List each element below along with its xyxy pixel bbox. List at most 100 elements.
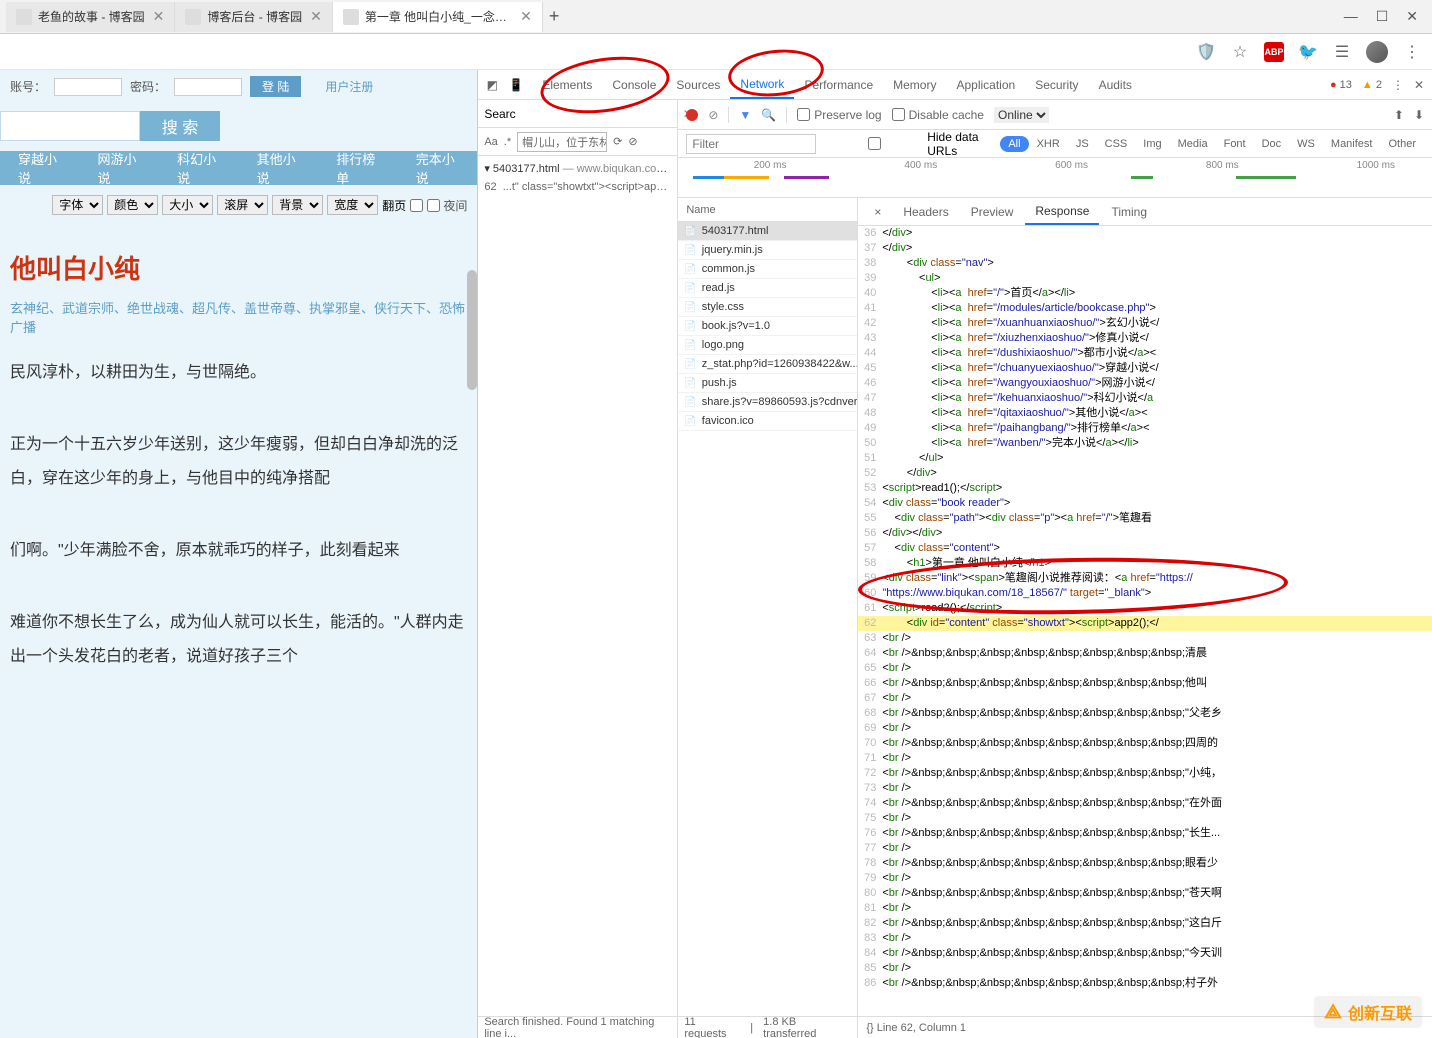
scrollbar-thumb[interactable] [467, 270, 477, 390]
search-button[interactable]: 搜 索 [140, 111, 220, 141]
code-line[interactable]: 66<br />&nbsp;&nbsp;&nbsp;&nbsp;&nbsp;&n… [858, 676, 1432, 691]
response-tab-preview[interactable]: Preview [961, 199, 1024, 225]
abp-icon[interactable]: ABP [1264, 42, 1284, 62]
font-select[interactable]: 字体 [52, 195, 103, 215]
network-timeline[interactable]: 200 ms400 ms600 ms800 ms1000 ms [678, 158, 1432, 198]
code-line[interactable]: 70<br />&nbsp;&nbsp;&nbsp;&nbsp;&nbsp;&n… [858, 736, 1432, 751]
color-select[interactable]: 颜色 [107, 195, 158, 215]
code-line[interactable]: 60"https://www.biqukan.com/18_18567/" ta… [858, 586, 1432, 601]
response-tab-response[interactable]: Response [1025, 199, 1099, 225]
nav-link[interactable]: 科幻小说 [159, 149, 239, 187]
star-icon[interactable]: ☆ [1230, 42, 1250, 62]
devtools-tab-audits[interactable]: Audits [1089, 71, 1142, 99]
devtools-tab-security[interactable]: Security [1025, 71, 1088, 99]
devtools-tab-performance[interactable]: Performance [794, 71, 883, 99]
filter-input[interactable] [686, 134, 816, 154]
throttle-select[interactable]: Online [994, 107, 1049, 123]
code-line[interactable]: 67<br /> [858, 691, 1432, 706]
code-line[interactable]: 76<br />&nbsp;&nbsp;&nbsp;&nbsp;&nbsp;&n… [858, 826, 1432, 841]
login-button[interactable]: 登 陆 [250, 76, 301, 97]
size-select[interactable]: 大小 [162, 195, 213, 215]
filter-pill-css[interactable]: CSS [1097, 136, 1136, 152]
code-line[interactable]: 57 <div class="content"> [858, 541, 1432, 556]
source-file[interactable]: ▾ 5403177.html — www.biqukan.com/1... [484, 160, 671, 178]
code-line[interactable]: 77<br /> [858, 841, 1432, 856]
code-line[interactable]: 54<div class="book reader"> [858, 496, 1432, 511]
tab-close-icon[interactable]: ✕ [153, 8, 165, 25]
code-line[interactable]: 62 <div id="content" class="showtxt"><sc… [858, 616, 1432, 631]
code-line[interactable]: 53<script>read1();</script> [858, 481, 1432, 496]
warning-badge[interactable]: 2 [1362, 79, 1382, 91]
code-line[interactable]: 36</div> [858, 226, 1432, 241]
night-checkbox[interactable] [427, 199, 440, 212]
code-line[interactable]: 61<script>read2();</script> [858, 601, 1432, 616]
code-line[interactable]: 41 <li><a href="/modules/article/bookcas… [858, 301, 1432, 316]
code-line[interactable]: 84<br />&nbsp;&nbsp;&nbsp;&nbsp;&nbsp;&n… [858, 946, 1432, 961]
devtools-tab-memory[interactable]: Memory [883, 71, 946, 99]
code-line[interactable]: 52 </div> [858, 466, 1432, 481]
code-line[interactable]: 81<br /> [858, 901, 1432, 916]
request-item[interactable]: common.js [678, 260, 857, 279]
close-button[interactable]: ✕ [1406, 8, 1418, 25]
request-item[interactable]: style.css [678, 298, 857, 317]
code-line[interactable]: 69<br /> [858, 721, 1432, 736]
code-line[interactable]: 59<div class="link"><span>笔趣阁小说推荐阅读：<a h… [858, 571, 1432, 586]
code-line[interactable]: 78<br />&nbsp;&nbsp;&nbsp;&nbsp;&nbsp;&n… [858, 856, 1432, 871]
device-icon[interactable]: 📱 [508, 77, 524, 93]
response-code[interactable]: 36</div>37</div>38 <div class="nav">39 <… [858, 226, 1432, 1016]
code-line[interactable]: 38 <div class="nav"> [858, 256, 1432, 271]
code-line[interactable]: 40 <li><a href="/">首页</a></li> [858, 286, 1432, 301]
close-response-icon[interactable]: × [864, 199, 891, 225]
filter-pill-other[interactable]: Other [1380, 136, 1424, 152]
nav-link[interactable]: 其他小说 [239, 149, 319, 187]
source-match[interactable]: 62 ...t" class="showtxt"><script>app... [484, 178, 671, 196]
code-line[interactable]: 51 </ul> [858, 451, 1432, 466]
filter-pill-xhr[interactable]: XHR [1029, 136, 1068, 152]
code-line[interactable]: 39 <ul> [858, 271, 1432, 286]
devtools-tab-network[interactable]: Network [730, 71, 794, 99]
code-line[interactable]: 85<br /> [858, 961, 1432, 976]
regex-toggle[interactable]: .* [504, 136, 511, 148]
download-icon[interactable]: ⬇ [1414, 108, 1424, 122]
register-link[interactable]: 用户注册 [325, 78, 373, 95]
code-line[interactable]: 75<br /> [858, 811, 1432, 826]
avatar-icon[interactable] [1366, 41, 1388, 63]
case-toggle[interactable]: Aa [484, 136, 497, 148]
record-button[interactable] [686, 109, 698, 121]
shield-icon[interactable]: 🛡️ [1196, 42, 1216, 62]
code-line[interactable]: 56</div></div> [858, 526, 1432, 541]
code-line[interactable]: 72<br />&nbsp;&nbsp;&nbsp;&nbsp;&nbsp;&n… [858, 766, 1432, 781]
code-line[interactable]: 55 <div class="path"><div class="p"><a h… [858, 511, 1432, 526]
code-line[interactable]: 73<br /> [858, 781, 1432, 796]
devtools-search-input[interactable] [522, 107, 677, 121]
find-input[interactable]: 帽儿山，位于东林 [517, 132, 607, 152]
nav-link[interactable]: 网游小说 [80, 149, 160, 187]
code-line[interactable]: 47 <li><a href="/kehuanxiaoshuo/">科幻小说</… [858, 391, 1432, 406]
account-input[interactable] [54, 78, 122, 96]
code-line[interactable]: 48 <li><a href="/qitaxiaoshuo/">其他小说</a>… [858, 406, 1432, 421]
width-select[interactable]: 宽度 [327, 195, 378, 215]
code-line[interactable]: 82<br />&nbsp;&nbsp;&nbsp;&nbsp;&nbsp;&n… [858, 916, 1432, 931]
request-item[interactable]: share.js?v=89860593.js?cdnver... [678, 393, 857, 412]
code-line[interactable]: 50 <li><a href="/wanben/">完本小说</a></li> [858, 436, 1432, 451]
browser-tab[interactable]: 第一章 他叫白小纯_一念永恒_修...✕ [333, 2, 543, 32]
code-line[interactable]: 71<br /> [858, 751, 1432, 766]
filter-pill-manifest[interactable]: Manifest [1323, 136, 1381, 152]
filter-pill-all[interactable]: All [1000, 136, 1028, 152]
code-line[interactable]: 49 <li><a href="/paihangbang/">排行榜单</a>< [858, 421, 1432, 436]
inspect-icon[interactable]: ◩ [484, 77, 500, 93]
request-item[interactable]: read.js [678, 279, 857, 298]
response-tab-headers[interactable]: Headers [893, 199, 958, 225]
devtools-tab-elements[interactable]: Elements [532, 71, 602, 99]
filter-icon[interactable]: ▼ [739, 108, 751, 122]
code-line[interactable]: 83<br /> [858, 931, 1432, 946]
filter-pill-media[interactable]: Media [1170, 136, 1216, 152]
request-item[interactable]: 5403177.html [678, 222, 857, 241]
extension-icon[interactable]: ☰ [1332, 42, 1352, 62]
browser-tab[interactable]: 老鱼的故事 - 博客园✕ [6, 2, 175, 32]
flip-checkbox[interactable] [410, 199, 423, 212]
filter-pill-js[interactable]: JS [1068, 136, 1097, 152]
refresh-icon[interactable]: ⟳ [613, 135, 622, 148]
error-badge[interactable]: 13 [1330, 79, 1352, 91]
request-item[interactable]: logo.png [678, 336, 857, 355]
